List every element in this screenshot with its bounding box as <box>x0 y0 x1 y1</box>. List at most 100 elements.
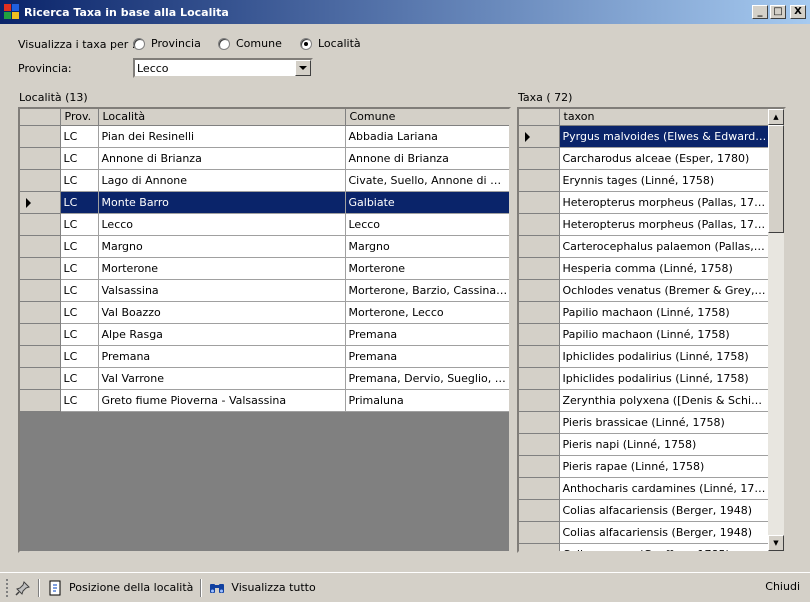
localita-row[interactable]: LC Margno Margno <box>20 235 509 258</box>
minimize-button[interactable]: _ <box>752 5 768 19</box>
row-header[interactable] <box>20 367 61 390</box>
cell-taxon[interactable]: Erynnis tages (Linné, 1758) <box>559 169 769 192</box>
pin-button[interactable] <box>10 578 36 598</box>
localita-row[interactable]: LC Val Boazzo Morterone, Lecco <box>20 301 509 324</box>
row-header[interactable] <box>20 257 61 280</box>
localita-row[interactable]: LC Alpe Rasga Premana <box>20 323 509 346</box>
row-header[interactable] <box>519 367 560 390</box>
row-header[interactable] <box>20 169 61 192</box>
cell-taxon[interactable]: Carcharodus alceae (Esper, 1780) <box>559 147 769 170</box>
localita-row[interactable]: LC Premana Premana <box>20 345 509 368</box>
cell-prov[interactable]: LC <box>60 389 99 412</box>
taxa-row[interactable]: Colias crocea (Geoffroy, 1785) <box>519 543 769 551</box>
row-header[interactable] <box>20 191 61 214</box>
cell-localita[interactable]: Lago di Annone <box>98 169 346 192</box>
close-button[interactable]: X <box>790 5 806 19</box>
localita-row[interactable]: LC Greto fiume Pioverna - Valsassina Prima… <box>20 389 509 412</box>
taxa-row[interactable]: Pieris napi (Linné, 1758) <box>519 433 769 456</box>
scroll-thumb[interactable] <box>768 125 784 233</box>
taxa-vertical-scrollbar[interactable]: ▲ ▼ <box>768 109 784 551</box>
row-header[interactable] <box>519 477 560 500</box>
radio-localita-circle[interactable] <box>300 37 312 50</box>
cell-taxon[interactable]: Papilio machaon (Linné, 1758) <box>559 301 769 324</box>
taxa-row[interactable]: Colias alfacariensis (Berger, 1948) <box>519 499 769 522</box>
scroll-down-button[interactable]: ▼ <box>768 535 784 551</box>
row-header[interactable] <box>20 323 61 346</box>
row-header[interactable] <box>519 455 560 478</box>
row-header[interactable] <box>20 125 61 148</box>
row-header[interactable] <box>519 213 560 236</box>
cell-taxon[interactable]: Heteropterus morpheus (Pallas, 1771) <box>559 213 769 236</box>
column-header-localita[interactable]: Località <box>98 109 346 126</box>
cell-taxon[interactable]: Hesperia comma (Linné, 1758) <box>559 257 769 280</box>
taxa-row[interactable]: Heteropterus morpheus (Pallas, 1771) <box>519 191 769 214</box>
chiudi-button[interactable]: Chiudi <box>765 580 800 593</box>
maximize-button[interactable]: □ <box>770 5 786 19</box>
row-header[interactable] <box>519 521 560 544</box>
cell-localita[interactable]: Monte Barro <box>98 191 346 214</box>
radio-provincia-circle[interactable] <box>133 37 145 50</box>
cell-localita[interactable]: Pian dei Resinelli <box>98 125 346 148</box>
cell-localita[interactable]: Margno <box>98 235 346 258</box>
row-header[interactable] <box>519 279 560 302</box>
column-header-prov[interactable]: Prov. <box>60 109 99 126</box>
row-header[interactable] <box>20 345 61 368</box>
row-header[interactable] <box>519 125 560 148</box>
cell-comune[interactable]: Premana, Dervio, Sueglio, Intro... <box>345 367 509 390</box>
cell-prov[interactable]: LC <box>60 169 99 192</box>
cell-localita[interactable]: Val Varrone <box>98 367 346 390</box>
row-header[interactable] <box>519 433 560 456</box>
scroll-up-button[interactable]: ▲ <box>768 109 784 125</box>
taxa-row[interactable]: Carcharodus alceae (Esper, 1780) <box>519 147 769 170</box>
row-header[interactable] <box>20 389 61 412</box>
taxa-row[interactable]: Papilio machaon (Linné, 1758) <box>519 323 769 346</box>
cell-comune[interactable]: Premana <box>345 345 509 368</box>
cell-prov[interactable]: LC <box>60 279 99 302</box>
column-header-comune[interactable]: Comune <box>345 109 509 126</box>
radio-localita[interactable]: Località <box>300 37 361 50</box>
cell-comune[interactable]: Morterone, Barzio, Cassina, Cr... <box>345 279 509 302</box>
cell-comune[interactable]: Primaluna <box>345 389 509 412</box>
row-header[interactable] <box>519 169 560 192</box>
localita-grid[interactable]: Prov. Località Comune LC Pian dei Resinel… <box>18 107 511 553</box>
cell-prov[interactable]: LC <box>60 125 99 148</box>
visualizza-tutto-button[interactable]: Visualizza tutto <box>204 578 320 598</box>
taxa-row[interactable]: Ochlodes venatus (Bremer & Grey, 1853) <box>519 279 769 302</box>
taxa-row[interactable]: Hesperia comma (Linné, 1758) <box>519 257 769 280</box>
cell-localita[interactable]: Premana <box>98 345 346 368</box>
localita-row[interactable]: LC Val Varrone Premana, Dervio, Sueglio, I… <box>20 367 509 390</box>
taxa-row[interactable]: Iphiclides podalirius (Linné, 1758) <box>519 367 769 390</box>
taxa-row[interactable]: Anthocharis cardamines (Linné, 1758) <box>519 477 769 500</box>
row-header[interactable] <box>20 301 61 324</box>
localita-row[interactable]: LC Monte Barro Galbiate <box>20 191 509 214</box>
row-header[interactable] <box>519 257 560 280</box>
radio-comune-circle[interactable] <box>218 37 230 50</box>
localita-row[interactable]: LC Annone di Brianza Annone di Brianza <box>20 147 509 170</box>
row-header[interactable] <box>20 213 61 236</box>
provincia-combo[interactable]: Lecco <box>133 58 313 78</box>
taxa-row[interactable]: Heteropterus morpheus (Pallas, 1771) <box>519 213 769 236</box>
taxa-row[interactable]: Erynnis tages (Linné, 1758) <box>519 169 769 192</box>
cell-taxon[interactable]: Pyrgus malvoides (Elwes & Edwards, 189..… <box>559 125 769 148</box>
row-header[interactable] <box>519 323 560 346</box>
posizione-localita-button[interactable]: Posizione della località <box>42 578 198 598</box>
cell-comune[interactable]: Lecco <box>345 213 509 236</box>
cell-localita[interactable]: Morterone <box>98 257 346 280</box>
row-header[interactable] <box>519 345 560 368</box>
taxa-row[interactable]: Pyrgus malvoides (Elwes & Edwards, 189..… <box>519 125 769 148</box>
cell-comune[interactable]: Abbadia Lariana <box>345 125 509 148</box>
cell-taxon[interactable]: Carterocephalus palaemon (Pallas, 1771) <box>559 235 769 258</box>
localita-row[interactable]: LC Valsassina Morterone, Barzio, Cassina, … <box>20 279 509 302</box>
cell-taxon[interactable]: Heteropterus morpheus (Pallas, 1771) <box>559 191 769 214</box>
row-header[interactable] <box>20 279 61 302</box>
cell-taxon[interactable]: Anthocharis cardamines (Linné, 1758) <box>559 477 769 500</box>
localita-row[interactable]: LC Lecco Lecco <box>20 213 509 236</box>
taxa-row[interactable]: Colias alfacariensis (Berger, 1948) <box>519 521 769 544</box>
cell-localita[interactable]: Greto fiume Pioverna - Valsassina <box>98 389 346 412</box>
cell-prov[interactable]: LC <box>60 257 99 280</box>
cell-comune[interactable]: Premana <box>345 323 509 346</box>
localita-row[interactable]: LC Pian dei Resinelli Abbadia Lariana <box>20 125 509 148</box>
cell-taxon[interactable]: Colias alfacariensis (Berger, 1948) <box>559 521 769 544</box>
radio-comune[interactable]: Comune <box>218 37 282 50</box>
localita-row[interactable]: LC Lago di Annone Civate, Suello, Annone d… <box>20 169 509 192</box>
